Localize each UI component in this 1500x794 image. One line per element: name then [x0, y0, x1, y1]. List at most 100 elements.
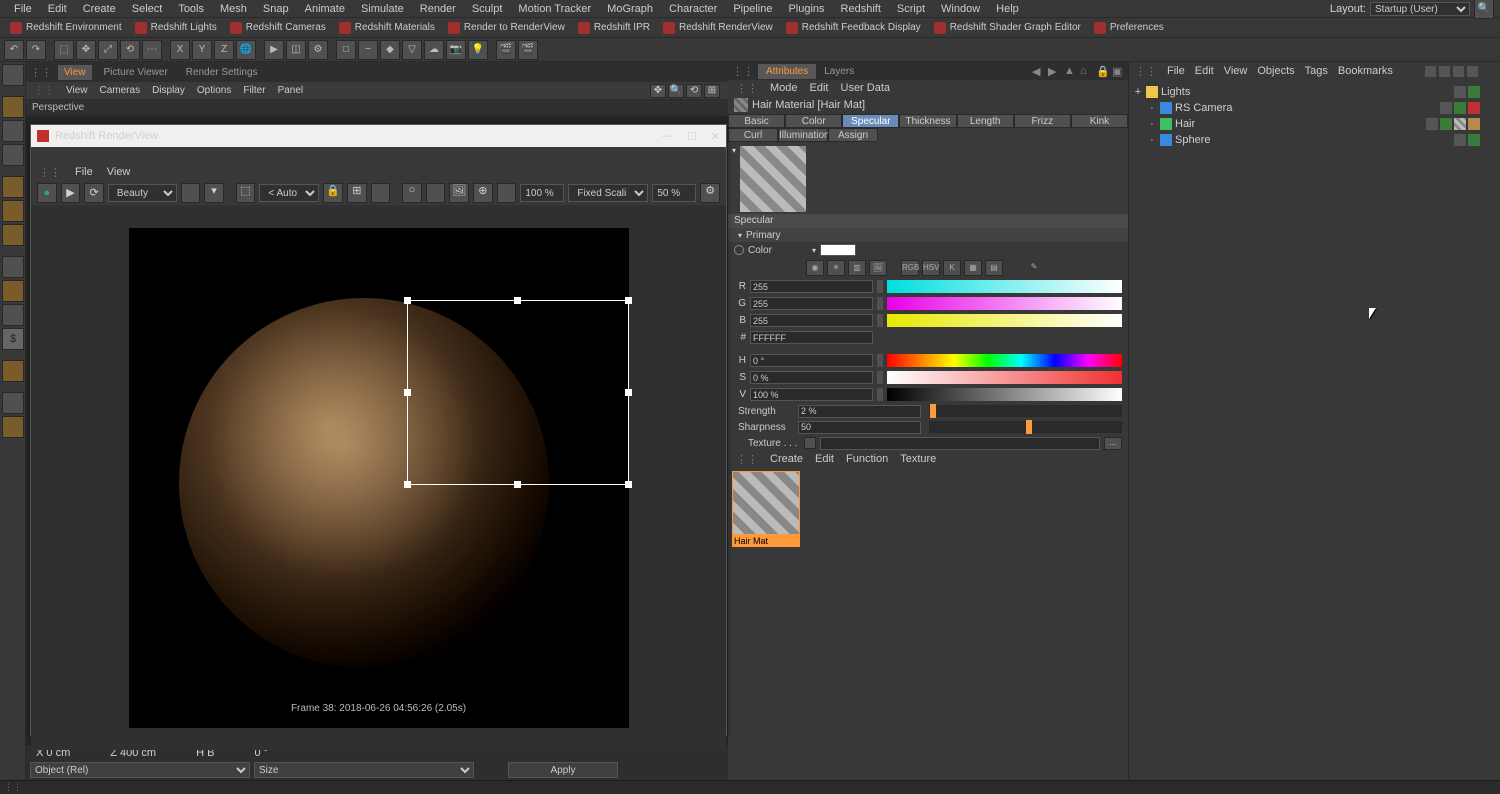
- v-slider[interactable]: [887, 388, 1122, 401]
- move-tool-icon[interactable]: ✥: [76, 40, 96, 60]
- picker-box-icon[interactable]: ▥: [848, 260, 866, 276]
- r-input[interactable]: [750, 280, 873, 293]
- grip-icon[interactable]: ⋮⋮: [736, 453, 758, 466]
- menu-mesh[interactable]: Mesh: [212, 3, 255, 15]
- strength-slider[interactable]: [929, 405, 1122, 417]
- vp-cameras[interactable]: Cameras: [100, 85, 141, 96]
- ptab-assign[interactable]: Assign: [828, 128, 878, 142]
- expand-icon[interactable]: +: [1133, 86, 1143, 98]
- rs-lights[interactable]: Redshift Lights: [129, 19, 223, 37]
- rs-ipr[interactable]: Redshift IPR: [572, 19, 656, 37]
- menu-render[interactable]: Render: [412, 3, 464, 15]
- rgb-mode-icon[interactable]: RGB: [901, 260, 919, 276]
- auto-select[interactable]: < Auto >: [259, 184, 319, 202]
- mm-texture[interactable]: Texture: [900, 453, 936, 465]
- h-slider[interactable]: [887, 354, 1122, 367]
- expand-icon[interactable]: ·: [1147, 134, 1157, 146]
- vp-filter[interactable]: Filter: [243, 85, 265, 96]
- expand-icon[interactable]: ·: [1147, 102, 1157, 114]
- rv-view[interactable]: View: [107, 166, 131, 178]
- lock-icon[interactable]: [2, 392, 24, 414]
- plus-icon[interactable]: ⊕: [473, 183, 493, 203]
- om-edit[interactable]: Edit: [1195, 65, 1214, 77]
- tab-attributes[interactable]: Attributes: [758, 64, 816, 79]
- mat-tag[interactable]: [1454, 118, 1466, 130]
- primary-section[interactable]: Primary: [728, 228, 1128, 242]
- rotate-tool-icon[interactable]: ⟲: [120, 40, 140, 60]
- k-icon[interactable]: K: [943, 260, 961, 276]
- attr-edit[interactable]: Edit: [810, 82, 829, 94]
- tweak-icon[interactable]: [2, 416, 24, 438]
- z-axis-icon[interactable]: Z: [214, 40, 234, 60]
- menu-simulate[interactable]: Simulate: [353, 3, 412, 15]
- generator-icon[interactable]: ◆: [380, 40, 400, 60]
- locked-icon[interactable]: [2, 360, 24, 382]
- make-editable-icon[interactable]: [2, 64, 24, 86]
- down-icon[interactable]: ▾: [204, 183, 224, 203]
- ptab-kink[interactable]: Kink: [1071, 114, 1128, 128]
- om-tags[interactable]: Tags: [1305, 65, 1328, 77]
- ptab-thickness[interactable]: Thickness: [899, 114, 956, 128]
- color-expand-icon[interactable]: ▾: [812, 246, 816, 255]
- menu-mograph[interactable]: MoGraph: [599, 3, 661, 15]
- rs-shadergraph[interactable]: Redshift Shader Graph Editor: [928, 19, 1087, 37]
- settings-icon[interactable]: ⚙: [700, 183, 720, 203]
- region-icon[interactable]: ⬚: [236, 183, 256, 203]
- close-icon[interactable]: ✕: [711, 130, 720, 143]
- render-stop-icon[interactable]: ▶: [61, 183, 81, 203]
- color-anim-dot[interactable]: [734, 245, 744, 255]
- menu-script[interactable]: Script: [889, 3, 933, 15]
- rs-renderview[interactable]: Redshift RenderView: [657, 19, 779, 37]
- back-icon[interactable]: ◀: [1032, 65, 1044, 77]
- lock-render-icon[interactable]: 🔒: [323, 183, 343, 203]
- x-axis-icon[interactable]: X: [170, 40, 190, 60]
- swatches-icon[interactable]: ▦: [964, 260, 982, 276]
- zoom-input[interactable]: [652, 184, 696, 202]
- g-input[interactable]: [750, 297, 873, 310]
- render-tag[interactable]: [1454, 102, 1466, 114]
- menu-window[interactable]: Window: [933, 3, 988, 15]
- om-bookmarks[interactable]: Bookmarks: [1338, 65, 1393, 77]
- grip-icon[interactable]: ⋮⋮: [728, 65, 758, 78]
- object-row[interactable]: · Sphere: [1133, 132, 1480, 148]
- polys-mode-icon[interactable]: [2, 224, 24, 246]
- ptab-curl[interactable]: Curl: [728, 128, 778, 142]
- rs-cameras[interactable]: Redshift Cameras: [224, 19, 332, 37]
- photo-icon[interactable]: 🖼: [449, 183, 469, 203]
- visibility-tag[interactable]: [1454, 86, 1466, 98]
- movie-icon[interactable]: 🎬: [496, 40, 516, 60]
- menu-character[interactable]: Character: [661, 3, 725, 15]
- ptab-specular[interactable]: Specular: [842, 114, 899, 128]
- size-mode-select[interactable]: Size: [254, 762, 474, 778]
- new-icon[interactable]: ▣: [1112, 65, 1124, 77]
- grip-icon[interactable]: ⋮⋮: [39, 166, 61, 179]
- texture-mode-icon[interactable]: [2, 120, 24, 142]
- rs-feedback[interactable]: Redshift Feedback Display: [780, 19, 927, 37]
- menu-motion-tracker[interactable]: Motion Tracker: [510, 3, 599, 15]
- rs-environment[interactable]: Redshift Environment: [4, 19, 128, 37]
- menu-select[interactable]: Select: [124, 3, 171, 15]
- render-region-icon[interactable]: ◫: [286, 40, 306, 60]
- vp-view[interactable]: View: [66, 85, 88, 96]
- hsv-mode-icon[interactable]: HSV: [922, 260, 940, 276]
- maximize-icon[interactable]: ☐: [687, 130, 697, 143]
- picker-wheel-icon[interactable]: ◉: [806, 260, 824, 276]
- hair-tag[interactable]: [1468, 118, 1480, 130]
- texture-expand-icon[interactable]: [804, 437, 816, 449]
- preview-expand-icon[interactable]: ▾: [732, 146, 736, 210]
- menu-help[interactable]: Help: [988, 3, 1027, 15]
- menu-edit[interactable]: Edit: [40, 3, 75, 15]
- menu-animate[interactable]: Animate: [297, 3, 353, 15]
- s-input[interactable]: [750, 371, 873, 384]
- dollar-icon[interactable]: $: [2, 328, 24, 350]
- axis-icon[interactable]: [2, 256, 24, 278]
- render-tag[interactable]: [1440, 118, 1452, 130]
- menu-file[interactable]: File: [6, 3, 40, 15]
- menu-pipeline[interactable]: Pipeline: [725, 3, 780, 15]
- nav-move-icon[interactable]: ✥: [650, 84, 666, 98]
- grip-icon[interactable]: ⋮⋮: [736, 82, 758, 95]
- render-tag[interactable]: [1468, 134, 1480, 146]
- rs-materials[interactable]: Redshift Materials: [333, 19, 441, 37]
- deformer-icon[interactable]: ▽: [402, 40, 422, 60]
- vp-display[interactable]: Display: [152, 85, 185, 96]
